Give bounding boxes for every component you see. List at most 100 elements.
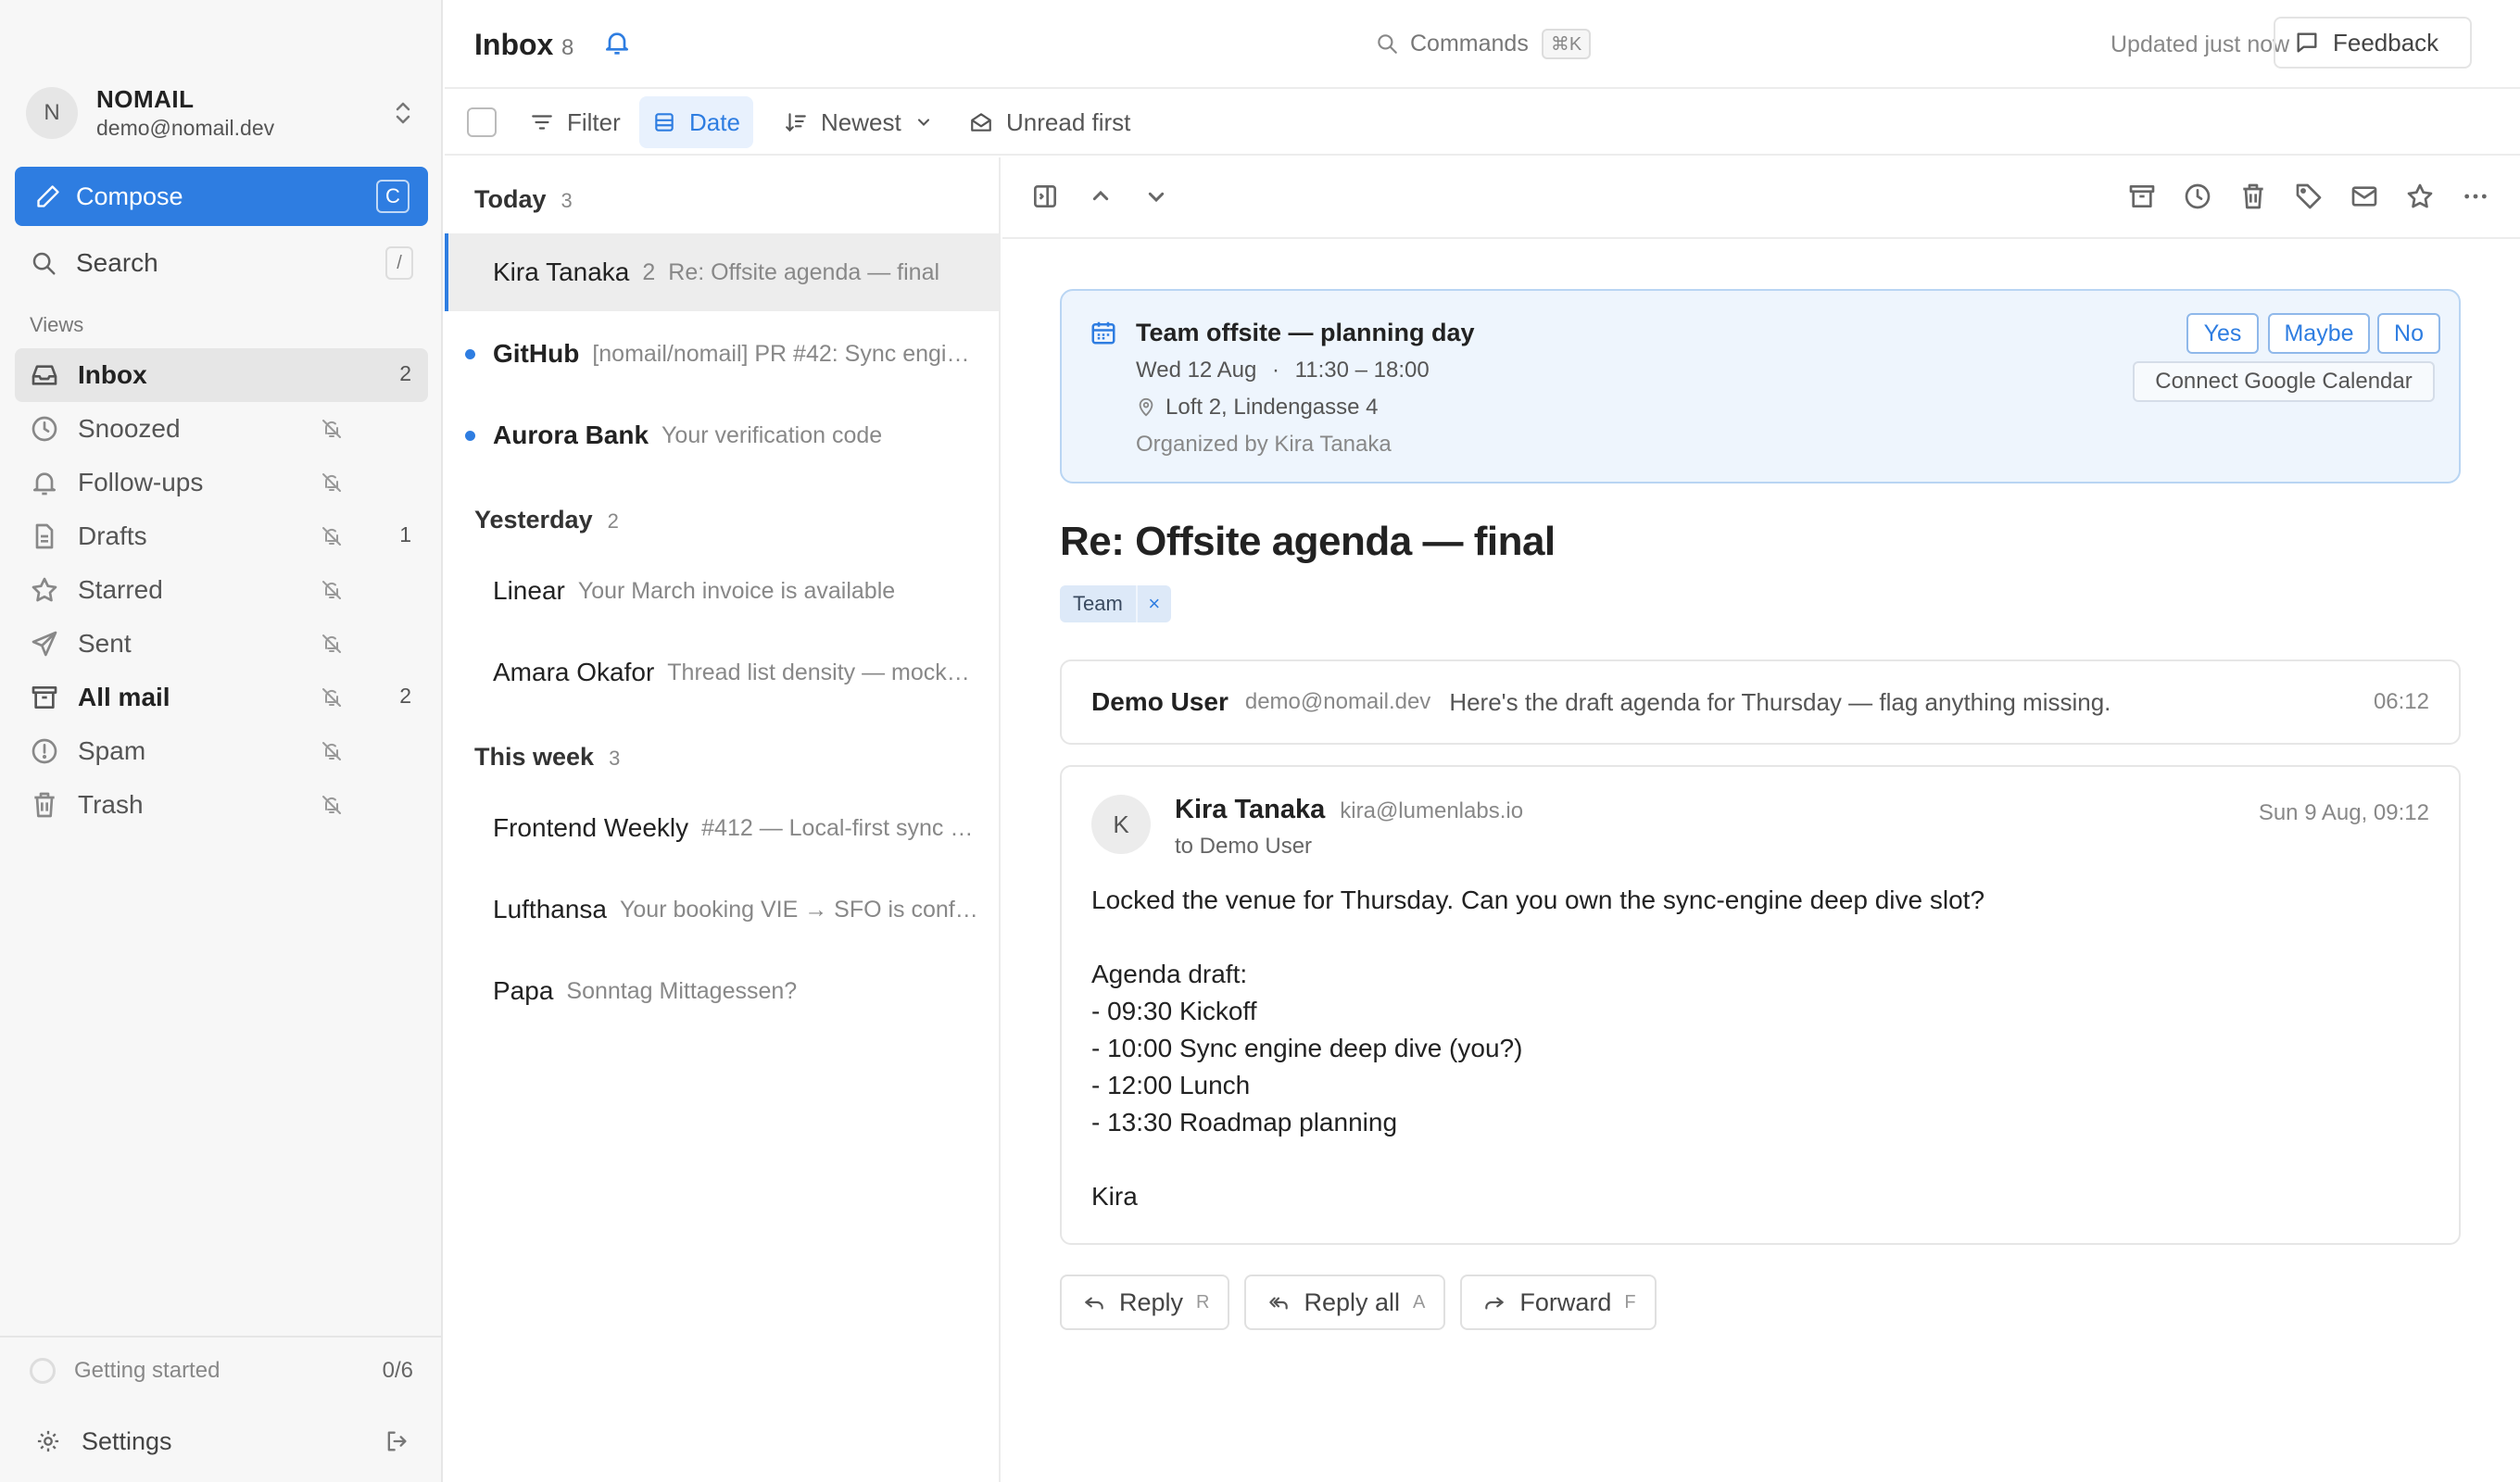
clock-icon[interactable]: [2183, 182, 2212, 211]
sidebar-item-all-mail[interactable]: All mail 2: [15, 671, 428, 724]
list-item[interactable]: Linear Your March invoice is available: [445, 552, 999, 630]
mail-icon[interactable]: [2350, 182, 2379, 211]
body-line: Kira: [1091, 1182, 1138, 1211]
group-by-date-button[interactable]: Date: [639, 96, 753, 148]
logout-icon[interactable]: [384, 1428, 410, 1454]
sort-dropdown[interactable]: Newest: [771, 96, 946, 148]
bell-icon[interactable]: [602, 28, 632, 57]
body-line: - 12:00 Lunch: [1091, 1071, 1251, 1099]
sidebar-item-count: 1: [399, 522, 411, 546]
alert-icon: [30, 736, 59, 766]
bell-off-icon[interactable]: [321, 686, 343, 709]
chevron-down-icon[interactable]: [1141, 182, 1171, 211]
sidebar-item-label: Snoozed: [78, 414, 181, 443]
forward-shortcut: F: [1624, 1291, 1636, 1312]
archive-icon[interactable]: [2127, 182, 2157, 211]
group-header-today: Today 3: [474, 185, 573, 214]
trash-icon: [30, 790, 59, 820]
account-switcher[interactable]: N NOMAIL demo@nomail.dev: [26, 85, 424, 141]
bell-off-icon[interactable]: [321, 471, 343, 494]
forward-icon: [1482, 1290, 1506, 1314]
event-location: Loft 2, Lindengasse 4: [1136, 395, 1379, 421]
sort-icon: [784, 110, 808, 134]
bell-off-icon[interactable]: [321, 740, 343, 762]
list-item[interactable]: Kira Tanaka 2 Re: Offsite agenda — final: [445, 233, 999, 311]
tag-icon[interactable]: [2294, 182, 2324, 211]
body-line: Agenda draft:: [1091, 960, 1248, 988]
rsvp-maybe-button[interactable]: Maybe: [2268, 313, 2370, 354]
compose-shortcut: C: [376, 180, 410, 213]
sort-label: Newest: [821, 107, 901, 136]
group-title: Today: [474, 185, 547, 213]
select-all-checkbox[interactable]: [467, 107, 497, 137]
bell-off-icon[interactable]: [321, 633, 343, 655]
event-organizer: Organized by Kira Tanaka: [1136, 432, 1392, 457]
sidebar-item-starred[interactable]: Starred: [15, 563, 428, 617]
list-item[interactable]: Lufthansa Your booking VIE → SFO is conf…: [445, 871, 999, 948]
list-item[interactable]: Amara Okafor Thread list density — mocku…: [445, 634, 999, 711]
file-icon: [30, 521, 59, 551]
sidebar-item-count: 2: [399, 361, 411, 385]
connect-google-calendar-button[interactable]: Connect Google Calendar: [2133, 361, 2435, 402]
list-item-snippet: [nomail/nomail] PR #42: Sync engine refa…: [592, 340, 999, 367]
rsvp-yes-button[interactable]: Yes: [2186, 313, 2259, 354]
label-chip-text[interactable]: Team: [1060, 585, 1136, 622]
unread-first-toggle[interactable]: Unread first: [956, 96, 1143, 148]
sidebar-item-trash[interactable]: Trash: [15, 778, 428, 832]
compose-label: Compose: [76, 182, 183, 210]
list-item-snippet: Re: Offsite agenda — final: [668, 258, 940, 285]
list-item[interactable]: Frontend Weekly #412 — Local-first sync …: [445, 789, 999, 867]
getting-started[interactable]: Getting started 0/6: [30, 1354, 413, 1388]
feedback-button[interactable]: Feedback: [2274, 17, 2472, 69]
event-title: Team offsite — planning day: [1136, 319, 1475, 346]
rsvp-no-button[interactable]: No: [2377, 313, 2440, 354]
more-icon[interactable]: [2461, 182, 2490, 211]
trash-icon[interactable]: [2238, 182, 2268, 211]
sidebar-item-label: Trash: [78, 790, 144, 819]
list-item-snippet: Your March invoice is available: [577, 577, 896, 604]
feedback-label: Feedback: [2333, 28, 2439, 57]
archive-icon: [30, 683, 59, 712]
search-label: Search: [76, 248, 158, 277]
remove-label-button[interactable]: ×: [1135, 585, 1171, 622]
sidebar-item-drafts[interactable]: Drafts 1: [15, 509, 428, 563]
toggle-sidebar-icon[interactable]: [1030, 182, 1060, 211]
list-item-sender: Lufthansa: [493, 895, 607, 923]
sidebar: N NOMAIL demo@nomail.dev Compose C Searc…: [0, 0, 443, 1482]
sidebar-item-follow-ups[interactable]: Follow-ups: [15, 456, 428, 509]
reply-all-button[interactable]: Reply all A: [1244, 1275, 1446, 1330]
list-item-sender: Linear: [493, 576, 565, 605]
sidebar-item-inbox[interactable]: Inbox 2: [15, 348, 428, 402]
forward-label: Forward: [1519, 1287, 1612, 1316]
compose-button[interactable]: Compose C: [15, 167, 428, 226]
bell-off-icon[interactable]: [321, 418, 343, 440]
message-date: Sun 9 Aug, 09:12: [2258, 800, 2429, 825]
message-header: Kira Tanaka kira@lumenlabs.io: [1175, 795, 1523, 825]
body-line: Locked the venue for Thursday. Can you o…: [1091, 885, 1985, 914]
list-item[interactable]: Papa Sonntag Mittagessen?: [445, 952, 999, 1030]
bell-off-icon[interactable]: [321, 525, 343, 547]
body-line: - 09:30 Kickoff: [1091, 997, 1257, 1025]
sidebar-item-sent[interactable]: Sent: [15, 617, 428, 671]
pencil-icon: [35, 183, 61, 209]
calendar-invite-card: Team offsite — planning day Wed 12 Aug ·…: [1060, 289, 2461, 484]
filter-button[interactable]: Filter: [517, 96, 634, 148]
forward-button[interactable]: Forward F: [1460, 1275, 1657, 1330]
sidebar-item-snoozed[interactable]: Snoozed: [15, 402, 428, 456]
bell-off-icon[interactable]: [321, 794, 343, 816]
star-icon[interactable]: [2405, 182, 2435, 211]
search-icon: [30, 249, 57, 277]
commands-button[interactable]: Commands ⌘K: [1375, 26, 1592, 61]
collapsed-message[interactable]: Demo User demo@nomail.dev Here's the dra…: [1060, 659, 2461, 745]
bell-off-icon[interactable]: [321, 579, 343, 601]
search-button[interactable]: Search /: [15, 237, 428, 289]
reply-button[interactable]: Reply R: [1060, 1275, 1230, 1330]
list-item[interactable]: Aurora Bank Your verification code: [445, 396, 999, 474]
sidebar-item-spam[interactable]: Spam: [15, 724, 428, 778]
sidebar-item-label: Spam: [78, 736, 146, 765]
list-item[interactable]: GitHub [nomail/nomail] PR #42: Sync engi…: [445, 315, 999, 393]
settings-button[interactable]: Settings: [35, 1423, 410, 1460]
message-square-icon: [2294, 30, 2320, 56]
chevron-up-icon[interactable]: [1086, 182, 1115, 211]
search-icon: [1375, 31, 1399, 56]
